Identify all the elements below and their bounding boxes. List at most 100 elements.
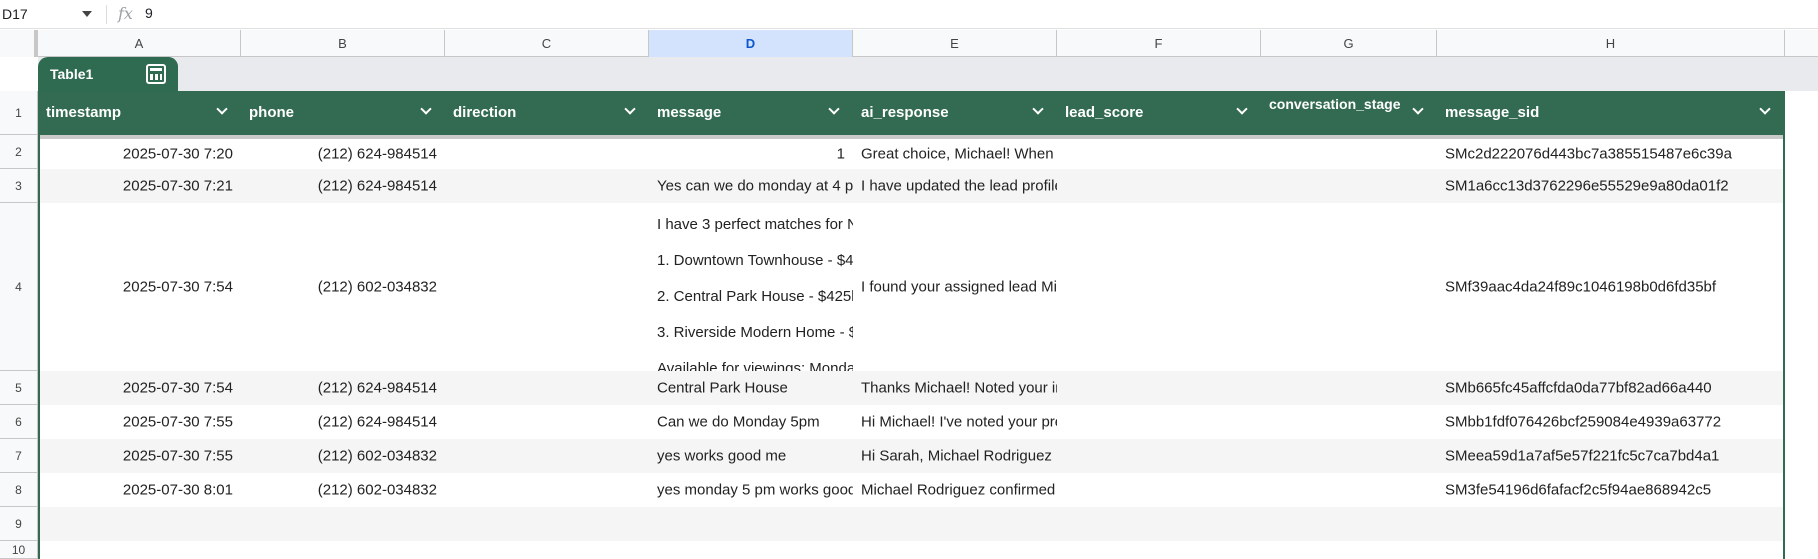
formula-input[interactable]: 9 xyxy=(145,5,153,21)
cell-phone[interactable]: (212) 624-984514 xyxy=(241,139,445,169)
cell-conversation-stage[interactable] xyxy=(1261,169,1437,203)
cell-timestamp[interactable]: 2025-07-30 7:21 xyxy=(38,169,241,203)
cell-message-sid[interactable]: SMbb1fdf076426bcf259084e4939a63772 xyxy=(1437,405,1784,439)
cell-conversation-stage[interactable] xyxy=(1261,473,1437,507)
cell-ai-response[interactable]: Hi Michael! I've noted your pre xyxy=(853,405,1057,439)
table-header-row: timestamp phone direction message ai_res… xyxy=(38,91,1784,135)
cell-ai-response[interactable]: Michael Rodriguez confirmed xyxy=(853,473,1057,507)
cell-lead-score[interactable] xyxy=(1057,203,1261,371)
header-message-sid[interactable]: message_sid xyxy=(1437,91,1784,135)
cell-message[interactable]: yes monday 5 pm works good xyxy=(649,473,853,507)
cell-message-sid[interactable]: SMeea59d1a7af5e57f221fc5c7ca7bd4a1 xyxy=(1437,439,1784,473)
header-direction[interactable]: direction xyxy=(445,91,649,135)
cell-message-sid[interactable]: SM1a6cc13d3762296e55529e9a80da01f2 xyxy=(1437,169,1784,203)
column-header-f[interactable]: F xyxy=(1057,30,1261,57)
header-message[interactable]: message xyxy=(649,91,853,135)
cell-lead-score[interactable] xyxy=(1057,439,1261,473)
cell-ai-response[interactable]: Hi Sarah, Michael Rodriguez i xyxy=(853,439,1057,473)
cell-direction[interactable] xyxy=(445,371,649,405)
cell-direction[interactable] xyxy=(445,139,649,169)
chevron-down-icon[interactable] xyxy=(1236,103,1248,115)
cell-message[interactable]: Central Park House xyxy=(649,371,853,405)
cell-direction[interactable] xyxy=(445,473,649,507)
cell-timestamp[interactable]: 2025-07-30 8:01 xyxy=(38,473,241,507)
name-box-dropdown-icon[interactable] xyxy=(82,11,92,17)
cell-message-sid[interactable]: SM3fe54196d6fafacf2c5f94ae868942c5 xyxy=(1437,473,1784,507)
header-phone[interactable]: phone xyxy=(241,91,445,135)
cell-phone[interactable]: (212) 624-984514 xyxy=(241,371,445,405)
column-header-c[interactable]: C xyxy=(445,30,649,57)
cell-phone[interactable]: (212) 602-034832 xyxy=(241,439,445,473)
fx-icon: fx xyxy=(118,4,133,23)
cell-phone[interactable]: (212) 602-034832 xyxy=(241,473,445,507)
table-row: 2025-07-30 7:54 (212) 624-984514 Central… xyxy=(38,371,1784,405)
cell-message[interactable]: Yes can we do monday at 4 p xyxy=(649,169,853,203)
row-header-2[interactable]: 2 xyxy=(0,135,38,169)
select-all-corner[interactable] xyxy=(0,30,38,57)
cell-ai-response[interactable]: Thanks Michael! Noted your in xyxy=(853,371,1057,405)
cell-direction[interactable] xyxy=(445,405,649,439)
calculator-icon[interactable] xyxy=(146,64,166,84)
cell-conversation-stage[interactable] xyxy=(1261,405,1437,439)
cell-ai-response[interactable]: Great choice, Michael! When v xyxy=(853,139,1057,169)
column-header-d[interactable]: D xyxy=(649,30,853,57)
cell-timestamp[interactable]: 2025-07-30 7:54 xyxy=(38,203,241,371)
message-line: 3. Riverside Modern Home - $ xyxy=(657,324,853,341)
chevron-down-icon[interactable] xyxy=(216,103,228,115)
row-header-4[interactable]: 4 xyxy=(0,203,38,371)
cell-lead-score[interactable] xyxy=(1057,139,1261,169)
cell-timestamp[interactable]: 2025-07-30 7:55 xyxy=(38,439,241,473)
cell-conversation-stage[interactable] xyxy=(1261,139,1437,169)
cell-message-sid[interactable]: SMc2d222076d443bc7a385515487e6c39a xyxy=(1437,139,1784,169)
cell-timestamp[interactable]: 2025-07-30 7:55 xyxy=(38,405,241,439)
row-header-1[interactable]: 1 xyxy=(0,91,38,135)
message-line: I have 3 perfect matches for N xyxy=(657,216,853,233)
column-header-b[interactable]: B xyxy=(241,30,445,57)
chevron-down-icon[interactable] xyxy=(420,103,432,115)
column-header-e[interactable]: E xyxy=(853,30,1057,57)
header-conversation-stage[interactable]: conversation_stage xyxy=(1261,91,1437,135)
header-ai-response[interactable]: ai_response xyxy=(853,91,1057,135)
row-header-3[interactable]: 3 xyxy=(0,169,38,203)
cell-ai-response[interactable]: I have updated the lead profile xyxy=(853,169,1057,203)
row-header-8[interactable]: 8 xyxy=(0,473,38,507)
cell-phone[interactable]: (212) 602-034832 xyxy=(241,203,445,371)
header-timestamp[interactable]: timestamp xyxy=(38,91,241,135)
column-header-a[interactable]: A xyxy=(38,30,241,57)
cell-message[interactable]: 1 xyxy=(649,139,853,169)
row-header-7[interactable]: 7 xyxy=(0,439,38,473)
cell-message-sid[interactable]: SMf39aac4da24f89c1046198b0d6fd35bf xyxy=(1437,203,1784,371)
table-row-empty[interactable] xyxy=(38,507,1784,541)
cell-direction[interactable] xyxy=(445,169,649,203)
cell-conversation-stage[interactable] xyxy=(1261,439,1437,473)
row-header-5[interactable]: 5 xyxy=(0,371,38,405)
column-header-g[interactable]: G xyxy=(1261,30,1437,57)
row-header-9[interactable]: 9 xyxy=(0,507,38,541)
cell-lead-score[interactable] xyxy=(1057,405,1261,439)
cell-phone[interactable]: (212) 624-984514 xyxy=(241,169,445,203)
cell-lead-score[interactable] xyxy=(1057,371,1261,405)
cell-message[interactable]: Can we do Monday 5pm xyxy=(649,405,853,439)
cell-conversation-stage[interactable] xyxy=(1261,203,1437,371)
cell-message-sid[interactable]: SMb665fc45affcfda0da77bf82ad66a440 xyxy=(1437,371,1784,405)
chevron-down-icon[interactable] xyxy=(1759,103,1771,115)
cell-direction[interactable] xyxy=(445,439,649,473)
header-lead-score[interactable]: lead_score xyxy=(1057,91,1261,135)
cell-phone[interactable]: (212) 624-984514 xyxy=(241,405,445,439)
cell-timestamp[interactable]: 2025-07-30 7:20 xyxy=(38,139,241,169)
message-line: 2. Central Park House - $425k xyxy=(657,288,853,305)
cell-direction[interactable] xyxy=(445,203,649,371)
chevron-down-icon[interactable] xyxy=(828,103,840,115)
cell-lead-score[interactable] xyxy=(1057,473,1261,507)
cell-ai-response[interactable]: I found your assigned lead Mi xyxy=(853,203,1057,371)
cell-message[interactable]: I have 3 perfect matches for N 1. Downto… xyxy=(649,203,853,371)
chevron-down-icon[interactable] xyxy=(1032,103,1044,115)
cell-conversation-stage[interactable] xyxy=(1261,371,1437,405)
row-header-6[interactable]: 6 xyxy=(0,405,38,439)
chevron-down-icon[interactable] xyxy=(624,103,636,115)
cell-timestamp[interactable]: 2025-07-30 7:54 xyxy=(38,371,241,405)
cell-lead-score[interactable] xyxy=(1057,169,1261,203)
cell-message[interactable]: yes works good me xyxy=(649,439,853,473)
column-header-h[interactable]: H xyxy=(1437,30,1785,57)
row-header-10[interactable]: 10 xyxy=(0,541,38,559)
